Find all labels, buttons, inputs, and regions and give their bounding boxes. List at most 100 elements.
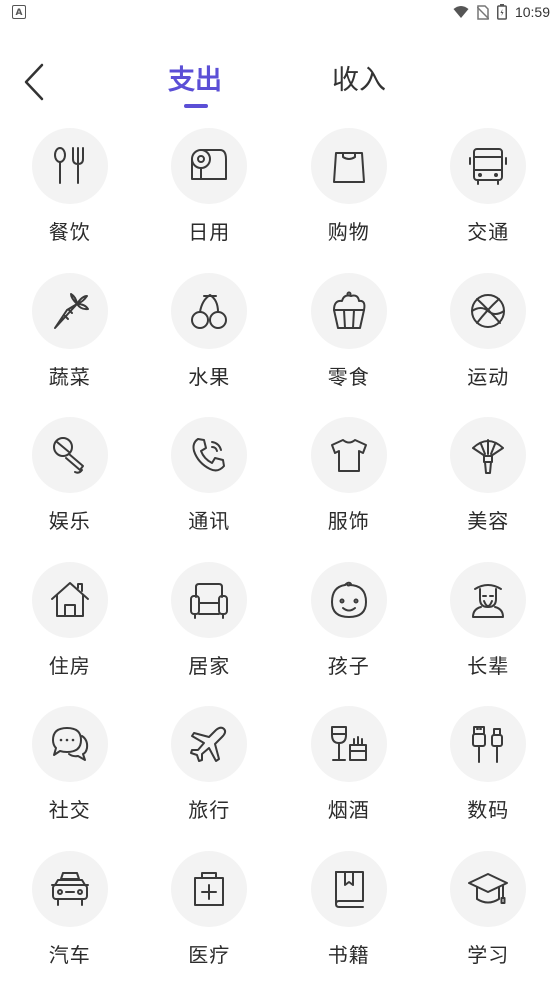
shopping-bag-icon xyxy=(328,145,370,187)
wine-cigarette-icon xyxy=(328,723,370,765)
chat-bubbles-icon xyxy=(49,723,91,765)
category-icon-circle xyxy=(32,706,108,782)
category-icon-circle xyxy=(311,128,387,204)
category-icon-circle xyxy=(32,417,108,493)
tab-income[interactable]: 收入 xyxy=(332,58,386,97)
category-label: 蔬菜 xyxy=(49,361,91,390)
category-item[interactable]: 社交 xyxy=(0,706,140,851)
sofa-icon xyxy=(188,579,230,621)
category-item[interactable]: 蔬菜 xyxy=(0,273,140,418)
category-item[interactable]: 汽车 xyxy=(0,851,140,995)
category-item[interactable]: 数码 xyxy=(419,706,558,851)
back-button[interactable] xyxy=(14,60,54,104)
beauty-brush-icon xyxy=(467,434,509,476)
category-icon-circle xyxy=(171,128,247,204)
category-label: 水果 xyxy=(188,361,230,390)
category-icon-circle xyxy=(450,273,526,349)
category-icon-circle xyxy=(450,706,526,782)
category-item[interactable]: 住房 xyxy=(0,562,140,707)
category-item[interactable]: 居家 xyxy=(140,562,280,707)
carrot-icon xyxy=(49,290,91,332)
category-item[interactable]: 孩子 xyxy=(279,562,419,707)
category-item[interactable]: 书籍 xyxy=(279,851,419,995)
category-icon-circle xyxy=(171,273,247,349)
category-item[interactable]: 购物 xyxy=(279,128,419,273)
category-label: 学习 xyxy=(467,939,509,968)
category-label: 通讯 xyxy=(188,505,230,534)
battery-icon xyxy=(497,4,507,20)
bus-icon xyxy=(467,145,509,187)
category-item[interactable]: 零食 xyxy=(279,273,419,418)
category-label: 服饰 xyxy=(328,505,370,534)
tshirt-icon xyxy=(328,434,370,476)
category-item[interactable]: 医疗 xyxy=(140,851,280,995)
category-label: 运动 xyxy=(467,361,509,390)
category-icon-circle xyxy=(32,273,108,349)
phone-icon xyxy=(188,434,230,476)
tissue-roll-icon xyxy=(188,145,230,187)
status-bar: A 10:59 xyxy=(0,0,558,24)
house-icon xyxy=(49,579,91,621)
status-icons: 10:59 xyxy=(453,2,550,22)
category-icon-circle xyxy=(171,706,247,782)
status-time: 10:59 xyxy=(515,4,550,20)
category-label: 医疗 xyxy=(188,939,230,968)
category-item[interactable]: 旅行 xyxy=(140,706,280,851)
category-icon-circle xyxy=(171,851,247,927)
category-label: 购物 xyxy=(328,216,370,245)
category-item[interactable]: 服饰 xyxy=(279,417,419,562)
category-label: 住房 xyxy=(49,650,91,679)
category-label: 餐饮 xyxy=(49,216,91,245)
book-icon xyxy=(328,868,370,910)
category-icon-circle xyxy=(450,417,526,493)
tab-active-indicator xyxy=(184,104,208,108)
category-icon-circle xyxy=(450,128,526,204)
category-label: 居家 xyxy=(188,650,230,679)
baby-face-icon xyxy=(328,579,370,621)
tab-expense[interactable]: 支出 xyxy=(168,58,222,97)
usb-cable-icon xyxy=(467,723,509,765)
category-label: 书籍 xyxy=(328,939,370,968)
category-item[interactable]: 水果 xyxy=(140,273,280,418)
category-item[interactable]: 日用 xyxy=(140,128,280,273)
category-item[interactable]: 餐饮 xyxy=(0,128,140,273)
category-icon-circle xyxy=(32,851,108,927)
car-icon xyxy=(49,868,91,910)
category-icon-circle xyxy=(32,562,108,638)
category-item[interactable]: 美容 xyxy=(419,417,558,562)
category-label: 日用 xyxy=(188,216,230,245)
header: 支出 收入 xyxy=(0,50,558,112)
basketball-icon xyxy=(467,290,509,332)
microphone-icon xyxy=(49,434,91,476)
category-label: 数码 xyxy=(467,794,509,823)
category-icon-circle xyxy=(171,562,247,638)
graduation-cap-icon xyxy=(467,868,509,910)
category-item[interactable]: 交通 xyxy=(419,128,558,273)
cupcake-icon xyxy=(328,290,370,332)
category-label: 孩子 xyxy=(328,650,370,679)
category-item[interactable]: 长辈 xyxy=(419,562,558,707)
category-icon-circle xyxy=(311,851,387,927)
category-item[interactable]: 娱乐 xyxy=(0,417,140,562)
category-label: 烟酒 xyxy=(328,794,370,823)
airplane-icon xyxy=(188,723,230,765)
category-label: 娱乐 xyxy=(49,505,91,534)
category-icon-circle xyxy=(311,562,387,638)
no-sim-icon xyxy=(477,5,489,20)
utensils-icon xyxy=(49,145,91,187)
category-icon-circle xyxy=(450,562,526,638)
chevron-left-icon xyxy=(23,63,45,101)
category-item[interactable]: 运动 xyxy=(419,273,558,418)
category-grid: 餐饮 日用 购物 交通 蔬菜 水果 零食 xyxy=(0,128,558,995)
category-item[interactable]: 学习 xyxy=(419,851,558,995)
category-label: 美容 xyxy=(467,505,509,534)
category-icon-circle xyxy=(311,706,387,782)
category-label: 零食 xyxy=(328,361,370,390)
category-item[interactable]: 烟酒 xyxy=(279,706,419,851)
category-label: 旅行 xyxy=(188,794,230,823)
wifi-icon xyxy=(453,5,469,19)
category-label: 汽车 xyxy=(49,939,91,968)
category-icon-circle xyxy=(450,851,526,927)
category-item[interactable]: 通讯 xyxy=(140,417,280,562)
elder-icon xyxy=(467,579,509,621)
